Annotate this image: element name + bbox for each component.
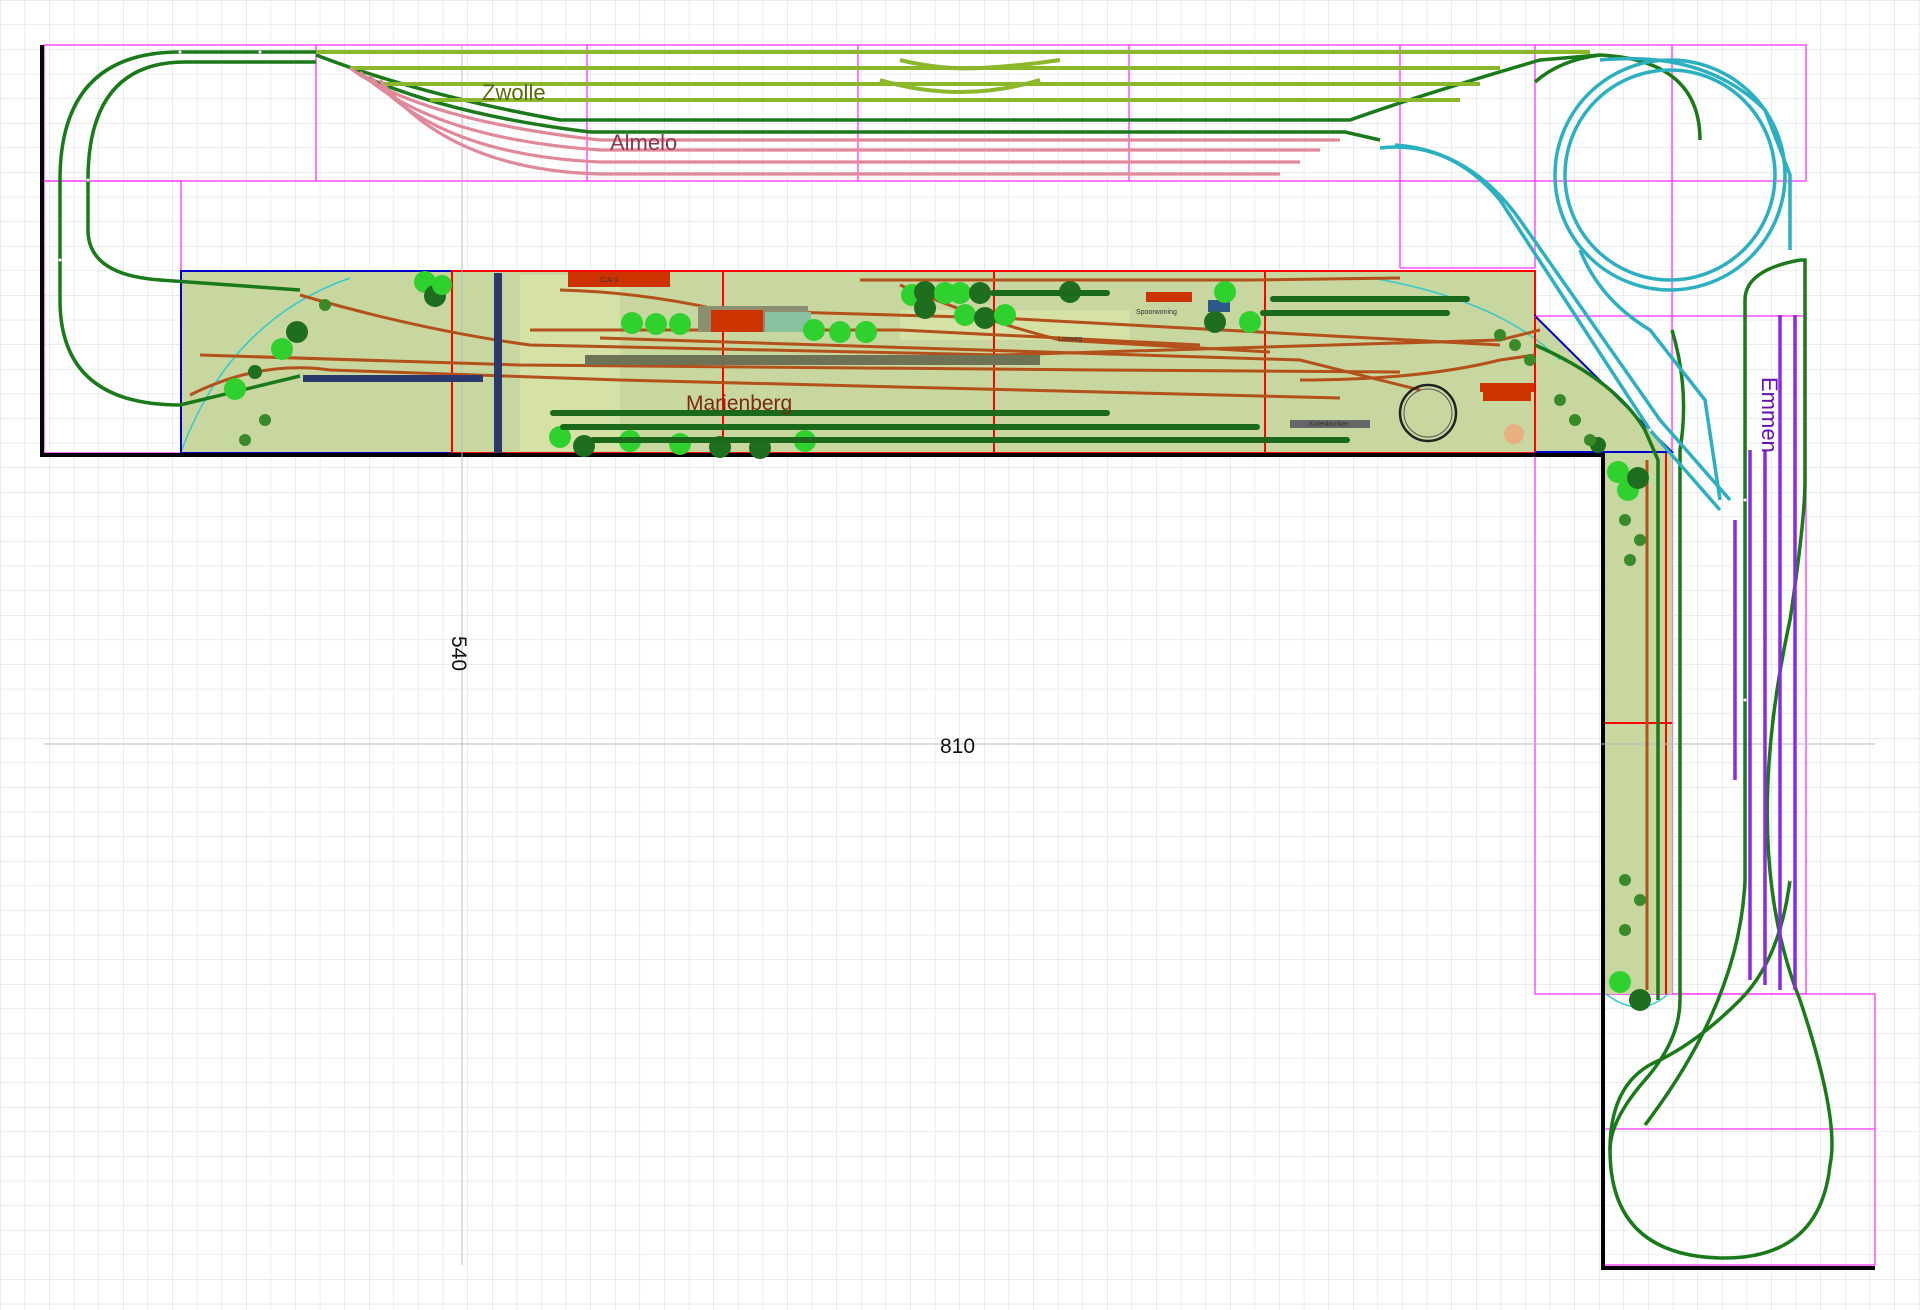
label-almelo: Almelo [610,130,677,155]
dimension-width: 810 [940,735,975,758]
label-marienberg: Marienberg [686,392,792,415]
label-emmen: Emmen [1757,377,1782,453]
label-zwolle: Zwolle [482,80,546,105]
svg-text:Losweg: Losweg [1058,336,1082,343]
svg-text:Spoorwoning: Spoorwoning [1136,309,1177,316]
svg-text:Kolenbunker: Kolenbunker [1309,421,1349,428]
svg-text:C.A.V.: C.A.V. [600,277,620,284]
track-plan-canvas: C.A.V. Spoorwoning Losweg Kolenbunker Zw… [0,0,1920,1310]
dimension-height: 540 [447,636,470,671]
